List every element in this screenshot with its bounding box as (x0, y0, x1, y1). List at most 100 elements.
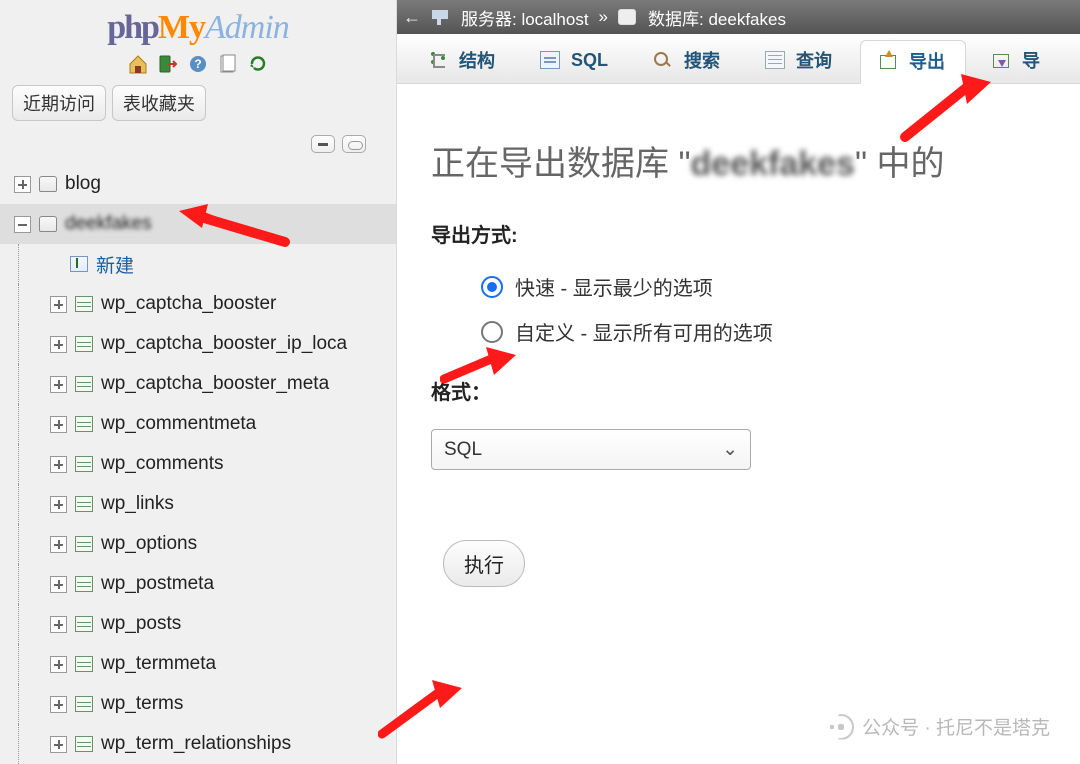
home-icon[interactable] (127, 53, 149, 75)
database-icon (37, 174, 59, 194)
sql-icon (539, 50, 561, 70)
tab-import[interactable]: 导 (974, 39, 1060, 83)
table-label: wp_terms (101, 693, 396, 715)
export-icon (877, 51, 899, 71)
expand-icon[interactable] (50, 416, 67, 433)
expand-icon[interactable] (50, 496, 67, 513)
go-button[interactable]: 执行 (443, 540, 525, 587)
recent-tab[interactable]: 近期访问 (12, 85, 106, 121)
table-row[interactable]: wp_comments (0, 444, 396, 484)
table-row[interactable]: wp_links (0, 484, 396, 524)
tab-search[interactable]: 搜索 (636, 39, 740, 83)
table-row[interactable]: wp_captcha_booster_ip_loca (0, 324, 396, 364)
logo[interactable]: phpMyAdmin (0, 0, 396, 51)
export-panel: 正在导出数据库 "deekfakes" 中的 导出方式: 快速 - 显示最少的选… (397, 84, 1080, 617)
tab-sql[interactable]: SQL (523, 39, 628, 83)
radio-quick-row[interactable]: 快速 - 显示最少的选项 (481, 272, 1050, 301)
reload-icon[interactable] (247, 53, 269, 75)
watermark-text: 公众号 · 托尼不是塔克 (862, 713, 1050, 740)
expand-icon[interactable] (50, 456, 67, 473)
table-icon (73, 574, 95, 594)
search-icon (652, 50, 674, 70)
page-title: 正在导出数据库 "deekfakes" 中的 (431, 136, 1050, 185)
expand-icon[interactable] (50, 736, 67, 753)
format-label: 格式： (431, 376, 1050, 405)
table-label: wp_postmeta (101, 573, 396, 595)
docs-icon[interactable] (217, 53, 239, 75)
collapse-icon[interactable] (14, 216, 31, 233)
table-icon (73, 694, 95, 714)
db-tabs: 结构 SQL 搜索 查询 导出 导 (397, 34, 1080, 84)
table-label: wp_options (101, 533, 396, 555)
table-icon (73, 294, 95, 314)
tab-query[interactable]: 查询 (748, 39, 852, 83)
table-label: wp_captcha_booster_meta (101, 373, 396, 395)
panel-tabs: 近期访问 表收藏夹 (12, 85, 396, 121)
table-row[interactable]: wp_captcha_booster_meta (0, 364, 396, 404)
bc-database[interactable]: 数据库: deekfakes (648, 5, 786, 30)
left-sidebar: phpMyAdmin ? 近期访问 表收藏夹 blog deekfakes (0, 0, 397, 764)
table-label: wp_links (101, 493, 396, 515)
database-icon (37, 214, 59, 234)
back-arrow-icon[interactable]: ← (403, 7, 421, 28)
expand-icon[interactable] (50, 536, 67, 553)
quickbar: ? (0, 53, 396, 75)
expand-icon[interactable] (50, 336, 67, 353)
table-icon (73, 734, 95, 754)
tab-structure[interactable]: 结构 (411, 39, 515, 83)
database-tree: blog deekfakes 新建 wp_captcha_booster wp_c… (0, 164, 396, 764)
export-method-label: 导出方式: (431, 219, 1050, 248)
radio-icon[interactable] (481, 321, 503, 343)
expand-icon[interactable] (50, 296, 67, 313)
watermark: 公众号 · 托尼不是塔克 (828, 713, 1050, 740)
tab-export[interactable]: 导出 (860, 40, 966, 84)
structure-icon (427, 50, 449, 70)
table-row[interactable]: wp_commentmeta (0, 404, 396, 444)
table-row[interactable]: wp_termmeta (0, 644, 396, 684)
logout-icon[interactable] (157, 53, 179, 75)
collapse-tree-button[interactable] (311, 135, 335, 153)
help-icon[interactable]: ? (187, 53, 209, 75)
table-row[interactable]: wp_postmeta (0, 564, 396, 604)
radio-label: 快速 - 显示最少的选项 (515, 272, 713, 301)
tab-label: 导 (1022, 47, 1040, 73)
new-table-row[interactable]: 新建 (0, 244, 396, 284)
expand-icon[interactable] (50, 576, 67, 593)
link-button[interactable] (342, 135, 366, 153)
expand-icon[interactable] (50, 616, 67, 633)
bc-server[interactable]: 服务器: localhost (461, 5, 589, 30)
favorites-tab[interactable]: 表收藏夹 (112, 85, 206, 121)
server-icon (431, 9, 449, 25)
expand-icon[interactable] (14, 176, 31, 193)
table-icon (73, 494, 95, 514)
new-label: 新建 (96, 251, 396, 278)
expand-icon[interactable] (50, 656, 67, 673)
table-row[interactable]: wp_posts (0, 604, 396, 644)
logo-text: phpMyAdmin (107, 8, 289, 47)
database-icon (618, 9, 636, 25)
table-icon (73, 414, 95, 434)
radio-icon[interactable] (481, 276, 503, 298)
db-row-selected[interactable]: deekfakes (0, 204, 396, 244)
format-select[interactable]: SQL ⌄ (431, 429, 751, 470)
table-row[interactable]: wp_captcha_booster (0, 284, 396, 324)
chevron-down-icon: ⌄ (722, 438, 738, 461)
table-row[interactable]: wp_terms (0, 684, 396, 724)
wechat-icon (828, 714, 854, 740)
export-method-group: 快速 - 显示最少的选项 自定义 - 显示所有可用的选项 (481, 272, 1050, 346)
db-label: blog (65, 173, 396, 195)
new-table-icon (68, 254, 90, 274)
table-row[interactable]: wp_term_relationships (0, 724, 396, 764)
table-icon (73, 534, 95, 554)
tab-label: 结构 (459, 47, 495, 73)
expand-icon[interactable] (50, 696, 67, 713)
table-label: wp_captcha_booster (101, 293, 396, 315)
tab-label: 搜索 (684, 47, 720, 73)
table-label: wp_comments (101, 453, 396, 475)
table-row[interactable]: wp_options (0, 524, 396, 564)
expand-icon[interactable] (50, 376, 67, 393)
db-row-blog[interactable]: blog (0, 164, 396, 204)
svg-text:?: ? (194, 57, 201, 71)
radio-custom-row[interactable]: 自定义 - 显示所有可用的选项 (481, 317, 1050, 346)
table-label: wp_term_relationships (101, 733, 396, 755)
